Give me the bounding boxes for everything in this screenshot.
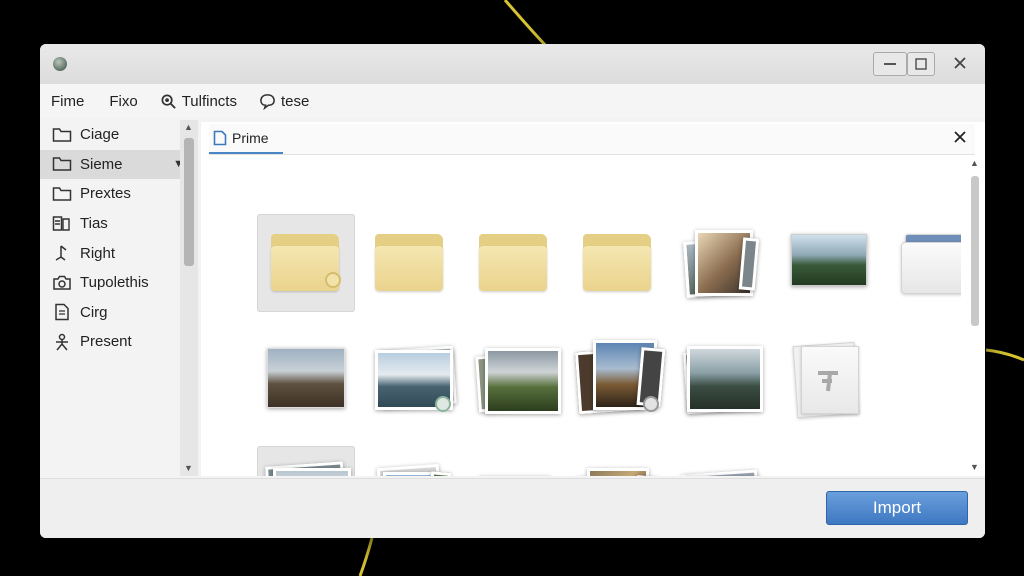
file-import-dialog: Fime Fixo Tulfincts tese Ciage Sieme ▼ P… — [40, 44, 985, 538]
title-bar — [40, 44, 985, 84]
camera-icon — [53, 275, 71, 290]
folder-item[interactable] — [361, 214, 459, 312]
close-button[interactable] — [947, 52, 973, 74]
photo-stack-item[interactable] — [673, 318, 771, 416]
dialog-footer: Import — [40, 478, 985, 538]
scrollbar-thumb[interactable] — [971, 176, 979, 326]
photo-item[interactable] — [777, 214, 875, 312]
sidebar-item-label: Right — [80, 244, 116, 262]
maximize-button[interactable] — [907, 52, 935, 76]
scroll-up-icon[interactable]: ▲ — [970, 158, 979, 168]
sidebar-item-cirg[interactable]: Cirg — [40, 298, 198, 328]
scroll-down-icon[interactable]: ▼ — [184, 463, 193, 473]
app-icon — [53, 57, 67, 71]
photo-item[interactable] — [465, 446, 563, 476]
folder-icon — [52, 157, 72, 172]
tab-prime[interactable]: Prime — [209, 124, 283, 154]
sidebar-item-prextes[interactable]: Prextes — [40, 179, 198, 209]
sidebar-item-label: Present — [80, 333, 132, 351]
photo-stack-item[interactable] — [465, 318, 563, 416]
sidebar: Ciage Sieme ▼ Prextes Tias › Right — [40, 120, 198, 476]
sidebar-item-label: Tupolethis — [80, 274, 149, 292]
landscape-photo-icon — [687, 346, 763, 412]
landscape-photo-icon — [485, 348, 561, 414]
landscape-photo-icon — [267, 348, 345, 408]
scroll-up-icon[interactable]: ▲ — [184, 122, 193, 132]
scrollbar-thumb[interactable] — [184, 138, 194, 266]
landscape-photo-icon — [383, 472, 435, 476]
image-stack-icon — [52, 215, 70, 231]
close-icon — [954, 57, 966, 69]
sidebar-scrollbar[interactable]: ▲ ▼ — [180, 120, 198, 476]
document-icon — [213, 130, 227, 146]
folder-icon — [52, 128, 72, 142]
photo-stack-item[interactable] — [361, 446, 459, 476]
folder-item[interactable] — [257, 214, 355, 312]
search-icon — [161, 94, 176, 109]
folder-icon — [52, 187, 72, 201]
chat-icon — [260, 93, 275, 110]
menu-help[interactable]: tese — [259, 88, 309, 114]
sidebar-item-label: Prextes — [80, 185, 131, 203]
import-button[interactable]: Import — [826, 491, 968, 525]
sidebar-item-label: Cirg — [80, 303, 108, 321]
menu-edit[interactable]: Fixo — [109, 88, 137, 114]
menu-label: Fime — [51, 92, 85, 110]
folder-item[interactable] — [465, 214, 563, 312]
sidebar-item-present[interactable]: Present — [40, 327, 198, 357]
menu-search[interactable]: Tulfincts — [160, 88, 237, 114]
menu-file[interactable]: Fime — [51, 88, 84, 114]
photo-stack-item[interactable] — [257, 446, 355, 476]
menu-label: tese — [280, 92, 310, 110]
document-icon — [55, 304, 69, 321]
photo-stack-item[interactable] — [569, 318, 667, 416]
folder-item[interactable] — [881, 214, 961, 312]
open-folder-icon — [901, 242, 961, 294]
minimize-button[interactable] — [873, 52, 907, 76]
close-icon — [954, 131, 966, 143]
sidebar-item-ciage[interactable]: Ciage — [40, 120, 198, 150]
sidebar-item-label: Sieme — [80, 155, 123, 173]
person-icon — [56, 333, 68, 351]
photo-stack-item[interactable] — [673, 214, 771, 312]
minimize-icon — [884, 63, 896, 65]
file-browser: Prime ▲ ▼ — [201, 122, 985, 476]
photo-stack-item[interactable] — [361, 318, 459, 416]
folder-item[interactable] — [569, 214, 667, 312]
sidebar-item-tupolethis[interactable]: Tupolethis — [40, 268, 198, 298]
check-badge-icon — [643, 396, 659, 412]
maximize-icon — [915, 58, 927, 70]
tab-bar: Prime — [209, 124, 975, 155]
tab-label: Prime — [232, 130, 269, 146]
menu-label: Tulfincts — [181, 92, 237, 110]
document-icon — [801, 346, 859, 414]
sidebar-item-tias[interactable]: Tias › — [40, 209, 198, 239]
menu-label: Fixo — [109, 92, 138, 110]
document-item[interactable] — [777, 318, 875, 419]
music-note-icon — [55, 245, 67, 261]
photo-stack-item[interactable] — [569, 446, 667, 476]
close-tab-button[interactable] — [953, 128, 967, 149]
check-badge-icon — [435, 396, 451, 412]
check-badge-icon — [325, 272, 341, 288]
landscape-photo-icon — [791, 234, 867, 286]
sidebar-item-right[interactable]: Right — [40, 238, 198, 268]
photo-stack-item[interactable] — [673, 446, 771, 476]
content-scrollbar[interactable]: ▲ ▼ — [967, 156, 983, 474]
menu-bar: Fime Fixo Tulfincts tese — [40, 84, 985, 118]
landscape-photo-icon — [273, 468, 351, 476]
sidebar-item-label: Ciage — [80, 126, 120, 144]
photo-item[interactable] — [257, 318, 355, 416]
scroll-down-icon[interactable]: ▼ — [970, 462, 979, 472]
file-grid — [201, 156, 961, 476]
sidebar-item-label: Tias — [80, 215, 108, 233]
sidebar-item-sieme[interactable]: Sieme ▼ — [40, 149, 198, 180]
